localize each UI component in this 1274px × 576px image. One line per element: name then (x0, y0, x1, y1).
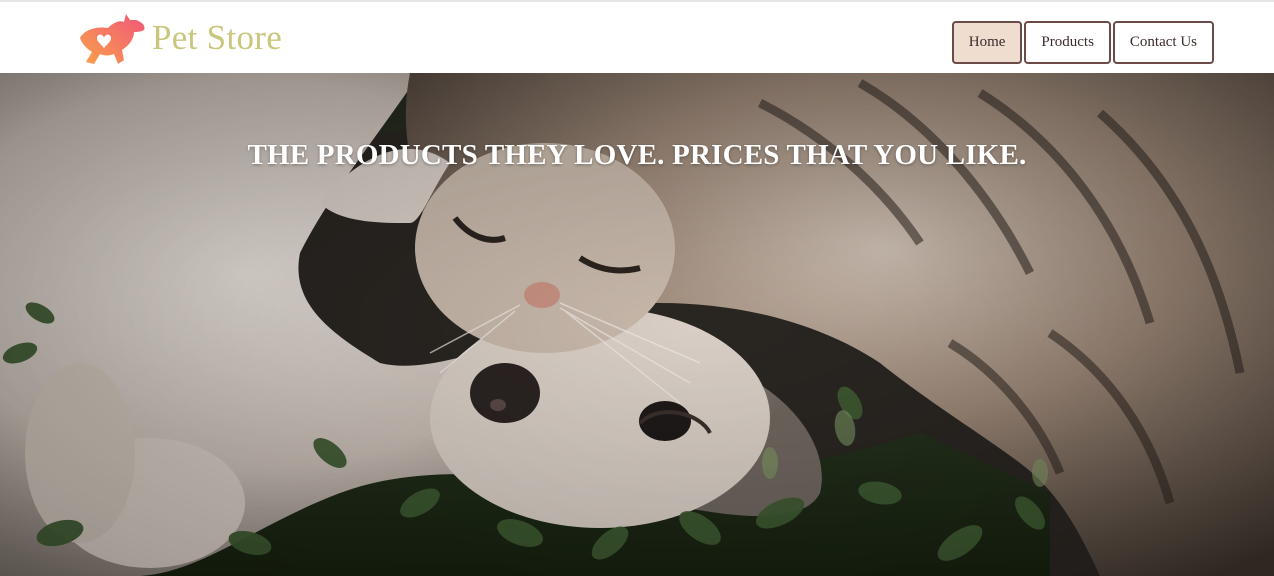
nav-home-button[interactable]: Home (951, 21, 1023, 64)
pet-dog-heart-icon (80, 14, 145, 64)
hero-tagline: THE PRODUCTS THEY LOVE. PRICES THAT YOU … (247, 139, 1027, 171)
nav-contact-us-button[interactable]: Contact Us (1112, 21, 1214, 64)
hero-banner: THE PRODUCTS THEY LOVE. PRICES THAT YOU … (0, 73, 1274, 576)
main-nav: Home Products Contact Us (951, 21, 1214, 64)
nav-products-button[interactable]: Products (1024, 21, 1111, 64)
brand-name: Pet Store (152, 18, 283, 57)
brand[interactable]: Pet Store (74, 8, 282, 68)
navbar: Pet Store Home Products Contact Us (0, 2, 1274, 73)
